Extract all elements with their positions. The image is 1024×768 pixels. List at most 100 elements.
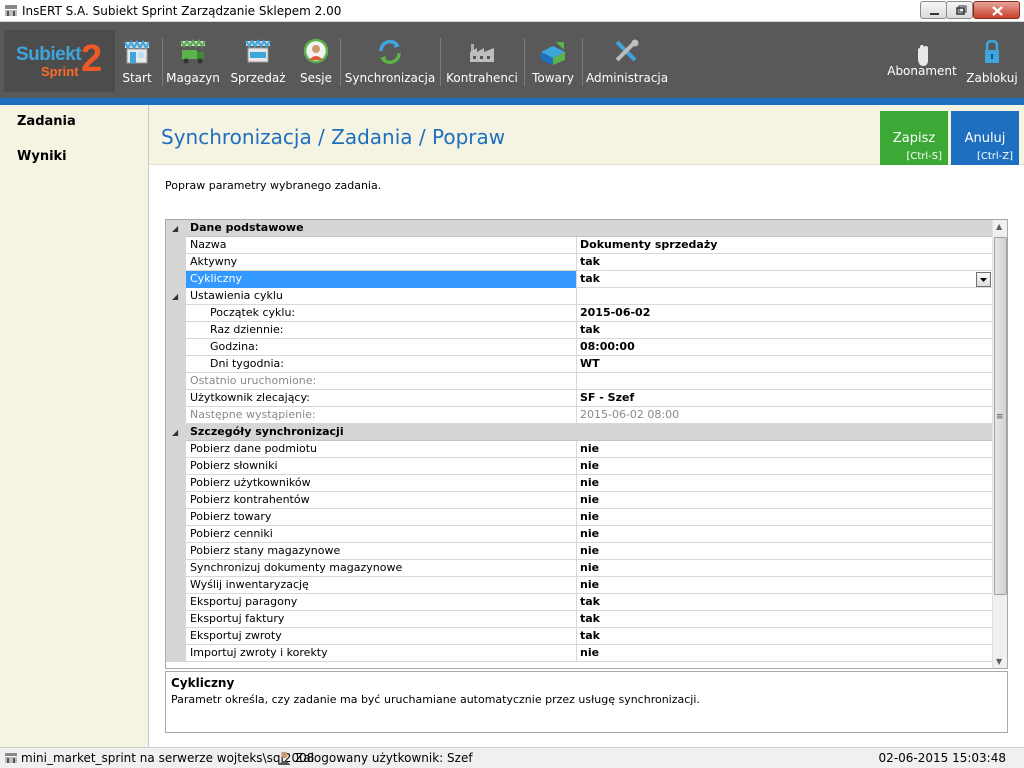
- collapse-icon[interactable]: ◢: [172, 292, 178, 301]
- collapse-icon[interactable]: ◢: [172, 224, 178, 233]
- toolbar-administracja-button[interactable]: Administracja: [586, 22, 669, 98]
- property-value[interactable]: SF - Szef: [577, 390, 992, 407]
- page-header: Synchronizacja / Zadania / Popraw Zapisz…: [149, 105, 1024, 165]
- property-row[interactable]: Wyślij inwentaryzację nie: [166, 577, 992, 594]
- property-value[interactable]: 2015-06-02: [577, 305, 992, 322]
- subiekt-sprint-logo: Subiekt Sprint 2: [4, 30, 115, 92]
- property-row[interactable]: Pobierz cenniki nie: [166, 526, 992, 543]
- page-title: Synchronizacja / Zadania / Popraw: [161, 125, 506, 149]
- toolbar-zablokuj-label: Zablokuj: [966, 71, 1018, 85]
- property-value[interactable]: WT: [577, 356, 992, 373]
- chevron-down-icon: [980, 278, 987, 282]
- toolbar-synchronizacja-button[interactable]: Synchronizacja: [344, 22, 436, 98]
- toolbar-kontrahenci-button[interactable]: Kontrahenci: [444, 22, 520, 98]
- row-gutter: [166, 237, 186, 254]
- toolbar-separator: [524, 38, 525, 86]
- save-button[interactable]: Zapisz [Ctrl-S]: [880, 111, 948, 165]
- scroll-down-icon[interactable]: ▼: [996, 657, 1002, 666]
- cancel-button[interactable]: Anuluj [Ctrl-Z]: [951, 111, 1019, 165]
- toolbar-kontrahenci-label: Kontrahenci: [446, 71, 518, 85]
- sidebar-item-wyniki[interactable]: Wyniki: [17, 149, 67, 164]
- property-name: Wyślij inwentaryzację: [186, 577, 577, 594]
- close-button[interactable]: [973, 1, 1020, 19]
- property-value[interactable]: nie: [577, 526, 992, 543]
- property-description-panel: Cykliczny Parametr określa, czy zadanie …: [165, 671, 1008, 733]
- property-value[interactable]: Dokumenty sprzedaży: [577, 237, 992, 254]
- toolbar-towary-label: Towary: [532, 71, 574, 85]
- property-value[interactable]: tak: [577, 254, 992, 271]
- property-row[interactable]: Pobierz użytkowników nie: [166, 475, 992, 492]
- dropdown-button[interactable]: [976, 272, 991, 287]
- property-value[interactable]: nie: [577, 475, 992, 492]
- property-group-row[interactable]: ◢ Ustawienia cyklu: [166, 288, 992, 305]
- property-row[interactable]: Pobierz kontrahentów nie: [166, 492, 992, 509]
- toolbar-sesje-button[interactable]: Sesje: [296, 22, 336, 98]
- property-row[interactable]: Pobierz stany magazynowe nie: [166, 543, 992, 560]
- property-value[interactable]: 08:00:00: [577, 339, 992, 356]
- accent-strip: [0, 98, 1024, 105]
- property-value[interactable]: tak: [577, 628, 992, 645]
- collapse-icon[interactable]: ◢: [172, 428, 178, 437]
- row-gutter: [166, 492, 186, 509]
- property-row-readonly: Następne wystąpienie: 2015-06-02 08:00: [166, 407, 992, 424]
- minimize-button[interactable]: [920, 1, 947, 19]
- property-value[interactable]: tak: [577, 611, 992, 628]
- row-gutter: [166, 339, 186, 356]
- category-label: Dane podstawowe: [190, 221, 304, 234]
- toolbar-zablokuj-button[interactable]: Zablokuj: [964, 22, 1020, 98]
- property-value[interactable]: tak: [577, 322, 992, 339]
- property-row[interactable]: Synchronizuj dokumenty magazynowe nie: [166, 560, 992, 577]
- property-row[interactable]: Pobierz słowniki nie: [166, 458, 992, 475]
- property-value[interactable]: nie: [577, 441, 992, 458]
- toolbar-start-button[interactable]: Start: [118, 22, 156, 98]
- maximize-button[interactable]: [946, 1, 973, 19]
- property-value[interactable]: nie: [577, 509, 992, 526]
- property-value[interactable]: nie: [577, 577, 992, 594]
- toolbar-sprzedaz-button[interactable]: Sprzedaż: [228, 22, 288, 98]
- status-datetime: 02-06-2015 15:03:48: [878, 751, 1006, 765]
- cashier-icon: [303, 38, 329, 64]
- property-row[interactable]: Pobierz dane podmiotu nie: [166, 441, 992, 458]
- toolbar-administracja-label: Administracja: [586, 71, 669, 85]
- property-row[interactable]: Użytkownik zlecający: SF - Szef: [166, 390, 992, 407]
- property-name: Importuj zwroty i korekty: [186, 645, 577, 662]
- vertical-scrollbar[interactable]: ▲ ≡ ▼: [992, 220, 1007, 668]
- property-row[interactable]: Eksportuj zwroty tak: [166, 628, 992, 645]
- property-row[interactable]: Dni tygodnia: WT: [166, 356, 992, 373]
- scroll-up-icon[interactable]: ▲: [996, 222, 1002, 231]
- property-grid[interactable]: ◢ Dane podstawowe Nazwa Dokumenty sprzed…: [165, 219, 1008, 669]
- property-value[interactable]: tak: [577, 594, 992, 611]
- property-row-selected[interactable]: Cykliczny tak: [166, 271, 992, 288]
- category-row[interactable]: ◢ Dane podstawowe: [166, 220, 992, 237]
- logo-number: 2: [81, 38, 103, 80]
- property-row[interactable]: Nazwa Dokumenty sprzedaży: [166, 237, 992, 254]
- property-value[interactable]: nie: [577, 543, 992, 560]
- property-row[interactable]: Aktywny tak: [166, 254, 992, 271]
- property-value[interactable]: tak: [577, 271, 992, 288]
- left-sidebar: Zadania Wyniki: [0, 105, 149, 747]
- property-row[interactable]: Raz dziennie: tak: [166, 322, 992, 339]
- property-row[interactable]: Początek cyklu: 2015-06-02: [166, 305, 992, 322]
- property-row[interactable]: Importuj zwroty i korekty nie: [166, 645, 992, 662]
- property-row[interactable]: Eksportuj paragony tak: [166, 594, 992, 611]
- toolbar-abonament-button[interactable]: Abonament: [886, 22, 958, 98]
- property-row[interactable]: Eksportuj faktury tak: [166, 611, 992, 628]
- save-button-label: Zapisz: [892, 131, 936, 146]
- property-value[interactable]: nie: [577, 645, 992, 662]
- warehouse-truck-icon: [180, 39, 206, 64]
- status-bar: mini_market_sprint na serwerze wojteks\s…: [0, 747, 1024, 768]
- cancel-shortcut: [Ctrl-Z]: [976, 151, 1013, 162]
- property-value: [577, 373, 992, 390]
- row-gutter: [166, 305, 186, 322]
- property-name: Cykliczny: [186, 271, 577, 288]
- sidebar-item-zadania[interactable]: Zadania: [17, 114, 76, 129]
- property-value[interactable]: nie: [577, 492, 992, 509]
- property-row[interactable]: Godzina: 08:00:00: [166, 339, 992, 356]
- toolbar-towary-button[interactable]: Towary: [528, 22, 578, 98]
- category-row[interactable]: ◢ Szczegóły synchronizacji: [166, 424, 992, 441]
- property-name: Raz dziennie:: [186, 322, 577, 339]
- property-value[interactable]: nie: [577, 458, 992, 475]
- property-row[interactable]: Pobierz towary nie: [166, 509, 992, 526]
- toolbar-magazyn-button[interactable]: Magazyn: [166, 22, 220, 98]
- property-value[interactable]: nie: [577, 560, 992, 577]
